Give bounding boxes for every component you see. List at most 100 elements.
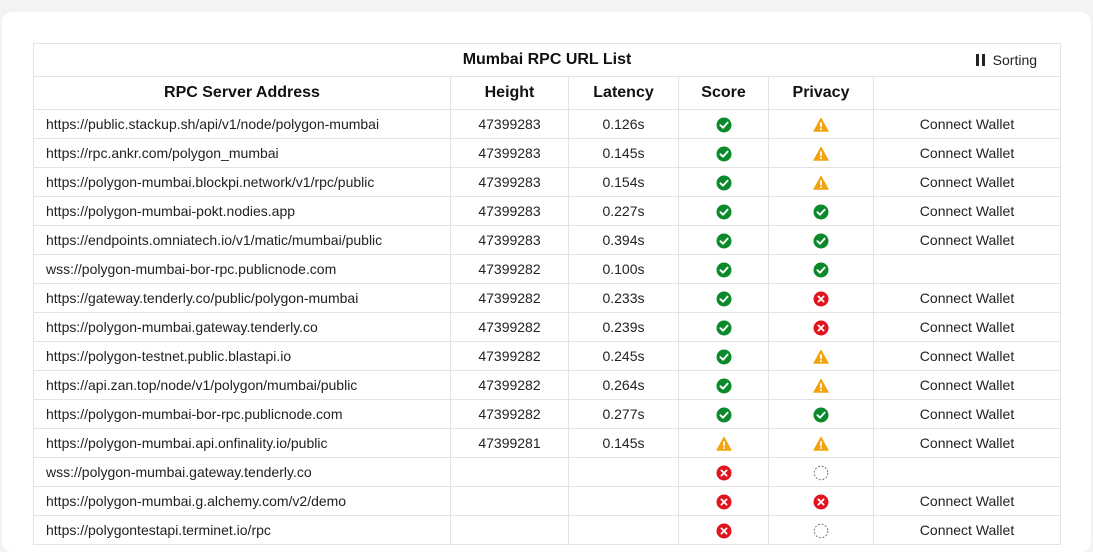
privacy-cell (768, 486, 874, 516)
check-circle-icon (813, 407, 829, 423)
block-height: 47399283 (450, 196, 569, 226)
score-cell (678, 138, 769, 168)
warning-triangle-icon (813, 349, 829, 364)
warning-triangle-icon (813, 146, 829, 161)
check-circle-icon (813, 262, 829, 278)
block-height: 47399283 (450, 167, 569, 197)
action-cell: Connect Wallet (872, 515, 1062, 545)
pending-dashed-circle-icon (813, 465, 829, 480)
rpc-url[interactable]: https://polygon-mumbai.g.alchemy.com/v2/… (33, 486, 451, 516)
connect-wallet-button[interactable]: Connect Wallet (920, 348, 1014, 364)
score-cell (678, 109, 769, 139)
privacy-cell (768, 515, 874, 545)
score-cell (678, 515, 769, 545)
connect-wallet-button[interactable]: Connect Wallet (920, 174, 1014, 190)
table-row: wss://polygon-mumbai-bor-rpc.publicnode.… (33, 254, 1062, 284)
rpc-url[interactable]: https://polygon-mumbai.blockpi.network/v… (33, 167, 451, 197)
table-row: wss://polygon-mumbai.gateway.tenderly.co (33, 457, 1062, 487)
action-cell: Connect Wallet (872, 167, 1062, 197)
error-x-circle-icon (716, 494, 731, 510)
latency-value: 0.145s (568, 138, 679, 168)
connect-wallet-button[interactable]: Connect Wallet (920, 145, 1014, 161)
sorting-label: Sorting (992, 52, 1038, 68)
rpc-url[interactable]: https://polygon-mumbai.api.onfinality.io… (33, 428, 451, 458)
score-cell (678, 312, 769, 342)
latency-value: 0.277s (568, 399, 679, 429)
action-cell: Connect Wallet (872, 399, 1062, 429)
check-circle-icon (716, 349, 731, 365)
rpc-url[interactable]: wss://polygon-mumbai-bor-rpc.publicnode.… (33, 254, 451, 284)
score-cell (678, 167, 769, 197)
connect-wallet-button[interactable]: Connect Wallet (920, 203, 1014, 219)
connect-wallet-button[interactable]: Connect Wallet (920, 290, 1014, 306)
privacy-cell (768, 312, 874, 342)
column-header-address: RPC Server Address (33, 76, 451, 110)
action-cell: Connect Wallet (872, 341, 1062, 371)
connect-wallet-button[interactable]: Connect Wallet (920, 377, 1014, 393)
latency-value: 0.245s (568, 341, 679, 371)
score-cell (678, 283, 769, 313)
action-cell (872, 457, 1062, 487)
action-cell: Connect Wallet (872, 283, 1062, 313)
table-row: https://api.zan.top/node/v1/polygon/mumb… (33, 370, 1062, 400)
rpc-url[interactable]: wss://polygon-mumbai.gateway.tenderly.co (33, 457, 451, 487)
pending-dashed-circle-icon (813, 523, 829, 538)
privacy-cell (768, 341, 874, 371)
rpc-url[interactable]: https://polygontestapi.terminet.io/rpc (33, 515, 451, 545)
warning-triangle-icon (813, 436, 829, 451)
warning-triangle-icon (715, 436, 732, 451)
check-circle-icon (716, 291, 731, 307)
action-cell: Connect Wallet (872, 196, 1062, 226)
latency-value (568, 457, 679, 487)
rpc-url[interactable]: https://api.zan.top/node/v1/polygon/mumb… (33, 370, 451, 400)
block-height: 47399282 (450, 370, 569, 400)
score-cell (678, 486, 769, 516)
latency-value: 0.154s (568, 167, 679, 197)
error-x-circle-icon (813, 494, 829, 510)
warning-triangle-icon (813, 378, 829, 393)
error-x-circle-icon (813, 291, 829, 307)
block-height: 47399282 (450, 399, 569, 429)
table-row: https://polygon-mumbai.blockpi.network/v… (33, 167, 1062, 197)
privacy-cell (768, 196, 874, 226)
rpc-url[interactable]: https://gateway.tenderly.co/public/polyg… (33, 283, 451, 313)
rpc-url[interactable]: https://polygon-mumbai-pokt.nodies.app (33, 196, 451, 226)
table-row: https://polygon-mumbai.gateway.tenderly.… (33, 312, 1062, 342)
block-height: 47399282 (450, 254, 569, 284)
rpc-url[interactable]: https://polygon-mumbai.gateway.tenderly.… (33, 312, 451, 342)
check-circle-icon (813, 233, 829, 249)
privacy-cell (768, 254, 874, 284)
rpc-url[interactable]: https://rpc.ankr.com/polygon_mumbai (33, 138, 451, 168)
check-circle-icon (716, 262, 731, 278)
connect-wallet-button[interactable]: Connect Wallet (920, 493, 1014, 509)
block-height (450, 486, 569, 516)
column-header-action (872, 76, 1062, 110)
connect-wallet-button[interactable]: Connect Wallet (920, 435, 1014, 451)
block-height: 47399282 (450, 312, 569, 342)
column-header-score: Score (678, 76, 769, 110)
connect-wallet-button[interactable]: Connect Wallet (920, 116, 1014, 132)
privacy-cell (768, 370, 874, 400)
table-row: https://polygontestapi.terminet.io/rpc Co… (33, 515, 1062, 545)
connect-wallet-button[interactable]: Connect Wallet (920, 319, 1014, 335)
table-row: https://endpoints.omniatech.io/v1/matic/… (33, 225, 1062, 255)
rpc-url[interactable]: https://endpoints.omniatech.io/v1/matic/… (33, 225, 451, 255)
privacy-cell (768, 457, 874, 487)
column-header-latency: Latency (568, 76, 679, 110)
sorting-toggle-button[interactable]: Sorting (975, 44, 1038, 76)
rpc-url[interactable]: https://public.stackup.sh/api/v1/node/po… (33, 109, 451, 139)
score-cell (678, 370, 769, 400)
latency-value: 0.239s (568, 312, 679, 342)
rpc-url[interactable]: https://polygon-mumbai-bor-rpc.publicnod… (33, 399, 451, 429)
connect-wallet-button[interactable]: Connect Wallet (920, 232, 1014, 248)
connect-wallet-button[interactable]: Connect Wallet (920, 406, 1014, 422)
latency-value: 0.145s (568, 428, 679, 458)
check-circle-icon (716, 320, 731, 336)
latency-value: 0.394s (568, 225, 679, 255)
table-title: Mumbai RPC URL List (462, 51, 632, 68)
rpc-url[interactable]: https://polygon-testnet.public.blastapi.… (33, 341, 451, 371)
block-height: 47399282 (450, 341, 569, 371)
privacy-cell (768, 138, 874, 168)
connect-wallet-button[interactable]: Connect Wallet (920, 522, 1014, 538)
error-x-circle-icon (716, 465, 731, 481)
